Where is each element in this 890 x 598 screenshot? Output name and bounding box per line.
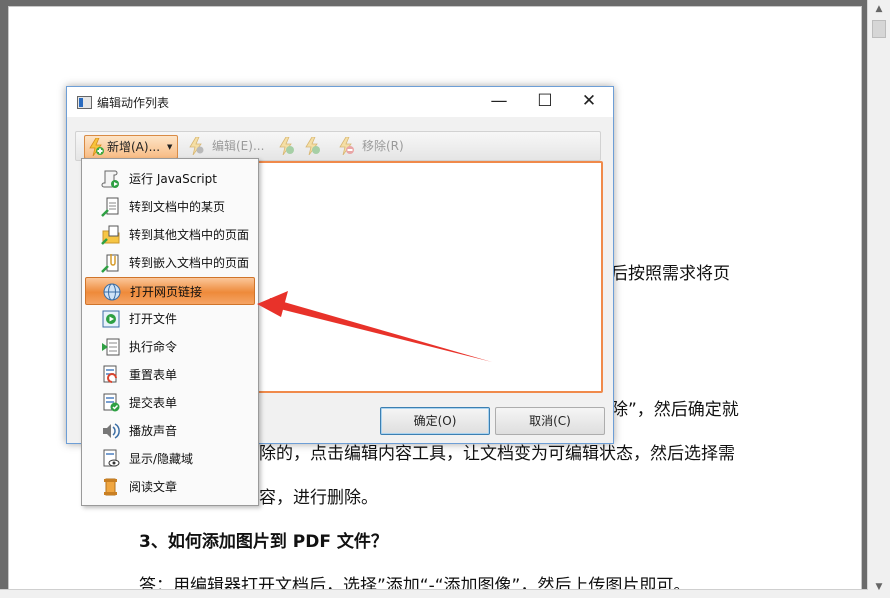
menu-item-goto-embedded-doc[interactable]: 转到嵌入文档中的页面 [85,249,253,275]
sound-icon [103,423,120,439]
menu-item-label: 转到文档中的某页 [129,200,226,214]
menu-item-execute-command[interactable]: 执行命令 [85,333,253,359]
menu-item-play-sound[interactable]: 播放声音 [85,417,253,443]
menu-item-label: 显示/隐藏域 [129,452,194,466]
menu-item-goto-page[interactable]: 转到文档中的某页 [85,193,253,219]
command-icon [102,338,120,356]
dialog-toolbar: 新增(A)... ▼ 编辑(E)... 移除(R) [75,131,601,161]
doc-text-line: 容，进行删除。 [259,488,378,508]
menu-item-label: 提交表单 [129,396,178,410]
show-hide-icon [103,449,120,467]
menu-item-open-file[interactable]: 打开文件 [85,305,253,331]
menu-item-label: 播放声音 [129,424,178,438]
menu-item-run-javascript[interactable]: 运行 JavaScript [85,165,253,191]
menu-item-label: 转到嵌入文档中的页面 [129,256,250,270]
menu-item-show-hide-field[interactable]: 显示/隐藏域 [85,445,253,471]
move-up-button[interactable] [276,135,298,157]
menu-item-label: 阅读文章 [129,480,178,494]
minimize-button[interactable]: — [477,87,521,117]
menu-item-label: 重置表单 [129,368,178,382]
scroll-down-icon[interactable]: ▼ [868,578,890,596]
edit-action-button[interactable]: 编辑(E)... [188,135,268,157]
globe-link-icon [103,283,121,301]
cancel-button[interactable]: 取消(C) [495,407,605,435]
menu-item-label: 转到其他文档中的页面 [129,228,250,242]
lightning-gear-icon [189,137,204,155]
new-action-button[interactable]: 新增(A)... ▼ [84,135,178,159]
menu-item-open-web-link[interactable]: 打开网页链接 [85,277,255,305]
lightning-add-icon [89,138,104,156]
dialog-titlebar: 编辑动作列表 — ☐ ✕ [67,87,613,117]
maximize-button[interactable]: ☐ [523,87,567,117]
edit-action-label: 编辑(E)... [212,139,265,153]
doc-heading: 3、如何添加图片到 PDF 文件？ [139,532,388,552]
lightning-up-icon [279,137,294,155]
scroll-thumb[interactable] [872,20,886,38]
folder-page-icon [101,225,120,245]
remove-action-label: 移除(R) [362,139,404,153]
scroll-up-icon[interactable]: ▲ [868,0,890,18]
dialog-title: 编辑动作列表 [97,96,170,110]
menu-item-label: 打开网页链接 [130,285,203,299]
submit-form-icon [103,393,120,412]
doc-text-line: 后按照需求将页 [611,264,730,284]
script-icon [101,170,119,188]
open-file-icon [102,310,120,328]
lightning-remove-icon [339,137,354,155]
read-article-icon [104,478,117,496]
menu-item-label: 执行命令 [129,340,178,354]
menu-item-label: 运行 JavaScript [129,172,217,186]
close-button[interactable]: ✕ [567,87,611,117]
menu-item-goto-other-doc[interactable]: 转到其他文档中的页面 [85,221,253,247]
menu-item-submit-form[interactable]: 提交表单 [85,389,253,415]
ok-button[interactable]: 确定(O) [380,407,490,435]
attachment-page-icon [101,254,119,273]
doc-text-line: 除”，然后确定就 [611,400,739,420]
menu-item-label: 打开文件 [129,312,178,326]
page-goto-icon [101,197,119,217]
vertical-scrollbar[interactable]: ▲ ▼ [867,0,890,598]
new-action-menu: 运行 JavaScript 转到文档中的某页 转到其他文档中的页面 转到嵌入文档… [81,158,259,506]
app-window-icon [77,96,92,109]
menu-item-read-article[interactable]: 阅读文章 [85,473,253,499]
chevron-down-icon: ▼ [167,143,173,151]
remove-action-button[interactable]: 移除(R) [338,135,414,157]
new-action-label: 新增(A)... [107,140,161,154]
reset-form-icon [103,365,117,383]
lightning-down-icon [305,137,320,155]
move-down-button[interactable] [302,135,324,157]
horizontal-scrollbar[interactable] [0,589,868,598]
menu-item-reset-form[interactable]: 重置表单 [85,361,253,387]
